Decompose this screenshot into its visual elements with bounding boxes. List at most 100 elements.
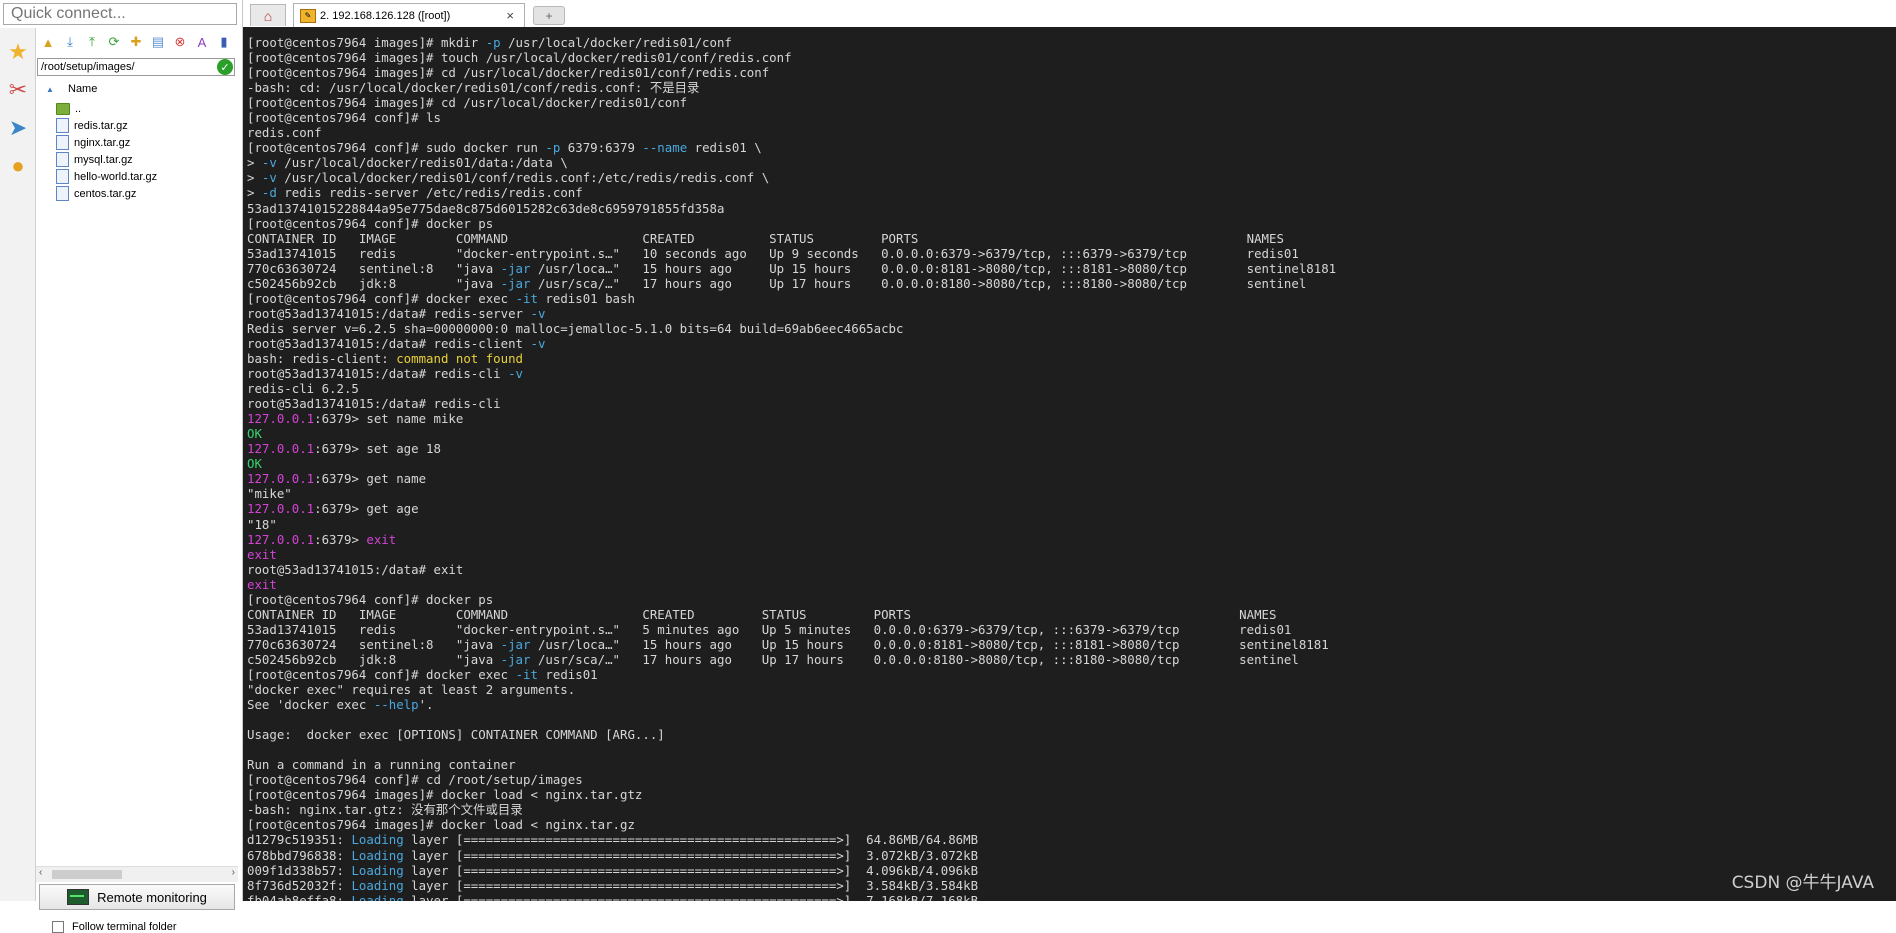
upload-icon[interactable]: ⤒ (82, 32, 102, 52)
parent-folder-icon[interactable]: ▲ (38, 32, 58, 52)
close-tab-icon[interactable]: × (506, 8, 514, 23)
terminal-text: layer [=================================… (403, 832, 979, 848)
file-list-item[interactable]: redis.tar.gz (56, 117, 236, 134)
terminal-line: Run a command in a running container (247, 757, 1336, 772)
watermark: CSDN @牛牛JAVA (1731, 873, 1874, 893)
terminal-line: exit (247, 577, 1336, 592)
terminal-text: root@53ad13741015:/data# redis-cli (247, 396, 501, 412)
terminal-text: /usr/local/docker/redis01/conf (500, 35, 732, 50)
follow-terminal-checkbox[interactable]: Follow terminal folder (52, 921, 177, 933)
terminal-line: -bash: cd: /usr/local/docker/redis01/con… (247, 80, 1336, 95)
terminal-line: > -d redis redis-server /etc/redis/redis… (247, 185, 1336, 200)
terminal-line: [root@centos7964 conf]# docker ps (247, 592, 1336, 607)
terminal-line: 127.0.0.1:6379> set age 18 (247, 441, 1336, 456)
file-list-item[interactable]: centos.tar.gz (56, 185, 236, 202)
terminal-text: > (247, 185, 262, 201)
terminal-line: See 'docker exec --help'. (247, 697, 1336, 712)
plus-icon: + (545, 8, 553, 23)
terminal-line: bash: redis-client: command not found (247, 351, 1336, 366)
terminal-line: root@53ad13741015:/data# exit (247, 562, 1336, 577)
terminal-text: root@53ad13741015:/data# redis-client (247, 335, 531, 351)
terminal-line: d1279c519351: Loading layer [===========… (247, 832, 1336, 847)
archive-file-icon (56, 169, 69, 184)
terminal-line: [root@centos7964 images]# mkdir -p /usr/… (247, 35, 1336, 50)
terminal-text: redis.conf (247, 125, 322, 141)
archive-file-icon (56, 152, 69, 167)
home-tab[interactable]: ⌂ (250, 4, 286, 26)
terminal-line: [root@centos7964 images]# docker load < … (247, 817, 1336, 832)
terminal-line: [root@centos7964 images]# docker load < … (247, 787, 1336, 802)
file-list-item[interactable]: nginx.tar.gz (56, 134, 236, 151)
new-file-icon[interactable]: ▤ (148, 32, 168, 52)
rename-icon[interactable]: A (192, 32, 212, 52)
terminal-text: exit (247, 576, 277, 592)
terminal-text: CONTAINER ID IMAGE COMMAND CREATED STATU… (247, 606, 1277, 622)
file-list-item[interactable]: mysql.tar.gz (56, 151, 236, 168)
terminal-text: Redis server v=6.2.5 sha=00000000:0 mall… (247, 320, 904, 336)
checkbox-box[interactable] (52, 921, 64, 933)
terminal-line: 127.0.0.1:6379> set name mike (247, 411, 1336, 426)
file-name: nginx.tar.gz (74, 136, 131, 149)
archive-file-icon (56, 118, 69, 133)
terminal[interactable]: [root@centos7964 images]# mkdir -p /usr/… (243, 27, 1896, 901)
terminal-text: bash: redis-client: (247, 350, 397, 366)
terminal-text: layer [=================================… (403, 877, 979, 893)
download-icon[interactable]: ⤓ (60, 32, 80, 52)
column-header[interactable]: ▲ Name (36, 80, 242, 98)
file-name: .. (75, 102, 82, 115)
terminal-text: -it (515, 666, 538, 682)
quick-connect-input[interactable] (3, 3, 237, 25)
terminal-line: [root@centos7964 conf]# docker exec -it … (247, 667, 1336, 682)
terminal-text: /usr/local/docker/redis01/conf/redis.con… (276, 170, 770, 186)
terminal-text: Run a command in a running container (247, 757, 516, 773)
path-ok-icon[interactable]: ✓ (217, 59, 233, 75)
new-tab-button[interactable]: + (533, 6, 565, 25)
terminal-text: [root@centos7964 conf]# ls (247, 110, 441, 126)
terminal-line: 770c63630724 sentinel:8 "java -jar /usr/… (247, 637, 1336, 652)
delete-icon[interactable]: ⊗ (170, 32, 190, 52)
file-list-item[interactable]: hello-world.tar.gz (56, 168, 236, 185)
horizontal-scrollbar[interactable]: ‹ › (36, 866, 238, 882)
refresh-icon[interactable]: ⟳ (104, 32, 124, 52)
terminal-text: layer [=================================… (403, 862, 979, 878)
terminal-text: -d (261, 185, 277, 201)
terminal-text: redis01 (537, 666, 598, 682)
properties-icon[interactable]: ▮ (214, 32, 234, 52)
file-list-item[interactable]: .. (56, 100, 236, 117)
scroll-right-icon[interactable]: › (232, 867, 235, 878)
terminal-text: /usr/local/docker/redis01/data:/data \ (276, 155, 568, 171)
remote-monitoring-button[interactable]: Remote monitoring (39, 884, 235, 910)
terminal-text: [root@centos7964 images]# docker load < … (247, 787, 643, 803)
send-icon[interactable]: ➤ (3, 110, 33, 146)
scrollbar-thumb[interactable] (52, 870, 122, 879)
terminal-line: "mike" (247, 486, 1336, 501)
terminal-text: d1279c519351: (247, 832, 352, 848)
terminal-text: -bash: cd: /usr/local/docker/redis01/con… (247, 80, 700, 96)
terminal-line: 678bbd796838: Loading layer [===========… (247, 848, 1336, 863)
terminal-line: fb04ab8effa8: Loading layer [===========… (247, 893, 1336, 901)
terminal-line: "docker exec" requires at least 2 argume… (247, 682, 1336, 697)
terminal-text: -p (545, 140, 561, 156)
path-input[interactable] (37, 58, 235, 76)
tab-session[interactable]: ✎ 2. 192.168.126.128 ([root]) × (293, 3, 525, 27)
terminal-text: [root@centos7964 conf]# cd /root/setup/i… (247, 772, 583, 788)
tools-icon[interactable]: ✂ (3, 72, 33, 108)
terminal-text: --name (642, 140, 688, 156)
terminal-line: OK (247, 426, 1336, 441)
terminal-text: [root@centos7964 conf]# docker ps (247, 591, 494, 607)
scroll-left-icon[interactable]: ‹ (39, 867, 42, 878)
terminal-text: > (247, 170, 262, 186)
sort-ascending-icon: ▲ (46, 84, 54, 94)
terminal-text: :6379> get name (314, 471, 427, 487)
star-icon[interactable]: ★ (3, 34, 33, 70)
folder-up-icon (56, 102, 70, 115)
terminal-text: Loading (351, 877, 404, 893)
terminal-text: 127.0.0.1 (247, 501, 315, 517)
terminal-text: root@53ad13741015:/data# exit (247, 561, 464, 577)
terminal-line: root@53ad13741015:/data# redis-cli -v (247, 366, 1336, 381)
terminal-line: > -v /usr/local/docker/redis01/conf/redi… (247, 170, 1336, 185)
sftp-icon[interactable]: ● (3, 148, 33, 184)
new-folder-icon[interactable]: ✚ (126, 32, 146, 52)
terminal-text: 8f736d52032f: (247, 877, 352, 893)
